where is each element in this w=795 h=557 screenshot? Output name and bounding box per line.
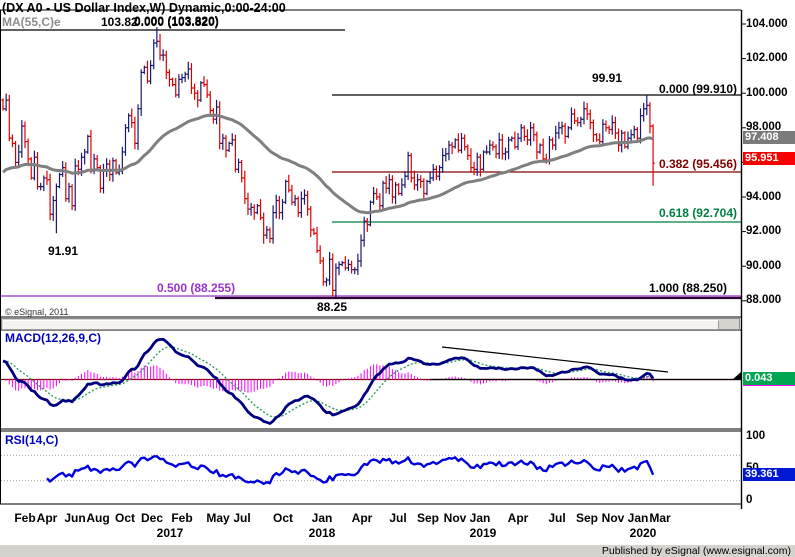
month-label: Apr (351, 511, 373, 525)
rsi-axis-label: 0 (746, 494, 753, 506)
month-label: Oct (272, 511, 294, 525)
high-price-label: 103.82 (101, 15, 138, 29)
price-axis-label: 88.000 (746, 294, 782, 307)
price-axis-label: 90.000 (746, 259, 782, 272)
year-label: 2020 (629, 526, 657, 540)
month-label: Jan (469, 511, 491, 525)
fib-level-label: 0.618 (92.704) (658, 206, 737, 220)
ma-study-label[interactable]: MA(55,C)e (2, 15, 61, 29)
month-label: Jul (233, 511, 251, 525)
fib-level-label: 0.500 (88.255) (157, 281, 236, 295)
low-2018-label: 88.25 (317, 300, 348, 314)
ma-value-badge: 97.408 (743, 131, 795, 144)
month-label: Nov (443, 511, 467, 525)
month-label: Jan (627, 511, 649, 525)
month-label: Sep (416, 511, 440, 525)
year-label: 2019 (469, 526, 497, 540)
publisher-text: Published by eSignal (www.esignal.com) (601, 545, 791, 557)
month-label: Jul (548, 511, 566, 525)
month-label: Aug (86, 511, 110, 525)
fib-high-origin-label: 0.000 (103.820) (134, 15, 219, 29)
month-label: Sep (575, 511, 599, 525)
horizontal-scrollbar[interactable] (1, 318, 740, 330)
month-label: Feb (171, 511, 193, 525)
chart-title: (DX A0 - US Dollar Index,W) Dynamic,0:00… (2, 1, 286, 15)
status-bar: Published by eSignal (www.esignal.com) (0, 544, 795, 557)
month-label: May (206, 511, 230, 525)
month-label: Jun (64, 511, 86, 525)
month-label: Feb (14, 511, 36, 525)
month-label: Dec (140, 511, 164, 525)
chart-window: (DX A0 - US Dollar Index,W) Dynamic,0:00… (0, 0, 795, 557)
month-label: Apr (36, 511, 58, 525)
year-label: 2017 (156, 526, 184, 540)
month-label: Jul (389, 511, 407, 525)
month-label: Apr (507, 511, 529, 525)
month-label: Mar (649, 511, 671, 525)
price-axis-label: 92.000 (746, 225, 782, 238)
copyright-watermark: © eSignal, 2011 (5, 307, 69, 317)
month-label: Jan (311, 511, 333, 525)
low-2016-label: 91.91 (48, 244, 79, 258)
price-axis-label: 102.000 (746, 52, 788, 65)
price-axis-label: 104.000 (746, 17, 788, 30)
price-axis-label: 100.000 (746, 86, 788, 99)
month-label: Nov (601, 511, 625, 525)
rsi-value-badge: 39.361 (743, 468, 795, 481)
scrollbar-thumb[interactable] (3, 320, 719, 330)
month-label: Oct (114, 511, 136, 525)
macd-value-badge: 0.043 (743, 372, 795, 386)
fib-level-label: 0.382 (95.456) (658, 157, 737, 171)
fib-level-label: 1.000 (88.250) (648, 281, 727, 295)
fib-level-label: 0.000 (99.910) (658, 82, 737, 96)
rsi-axis-label: 100 (746, 430, 766, 442)
rsi-study-label[interactable]: RSI(14,C) (5, 433, 58, 447)
price-axis-label: 94.000 (746, 190, 782, 203)
last-price-badge: 95.951 (743, 152, 795, 165)
macd-study-label[interactable]: MACD(12,26,9,C) (5, 331, 101, 345)
year-label: 2018 (308, 526, 336, 540)
